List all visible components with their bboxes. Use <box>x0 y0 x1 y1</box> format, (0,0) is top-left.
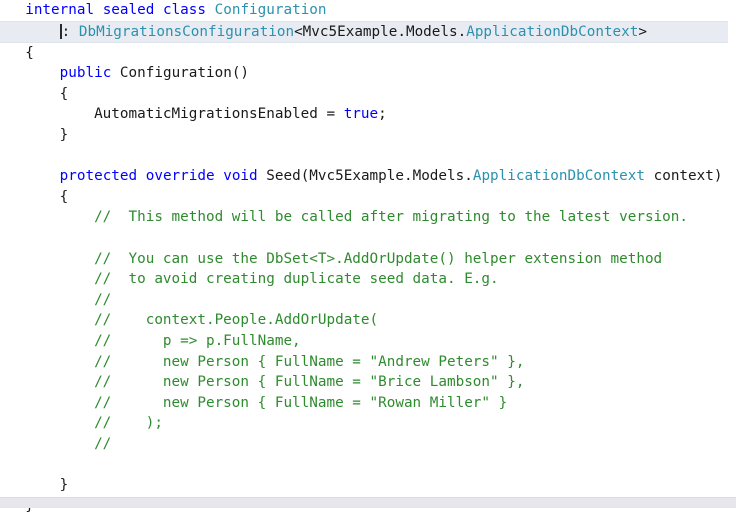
code-line[interactable] <box>0 146 736 167</box>
code-line-current[interactable]: : DbMigrationsConfiguration<Mvc5Example.… <box>0 20 728 43</box>
code-token: ApplicationDbContext <box>466 23 639 40</box>
code-token: public <box>59 65 112 82</box>
code-line[interactable]: // new Person { FullName = "Rowan Miller… <box>0 393 736 414</box>
code-token: ApplicationDbContext <box>472 168 645 185</box>
code-token: AutomaticMigrationsEnabled = <box>8 106 344 123</box>
code-token: // ); <box>8 415 163 432</box>
code-line[interactable]: // <box>0 290 736 311</box>
code-token: // <box>8 291 112 308</box>
code-line[interactable]: // new Person { FullName = "Brice Lambso… <box>0 372 736 393</box>
code-line[interactable]: // new Person { FullName = "Andrew Peter… <box>0 352 736 373</box>
code-line[interactable]: { <box>0 84 736 105</box>
code-line[interactable]: // ); <box>0 413 736 434</box>
code-token: DbMigrationsConfiguration <box>78 23 295 40</box>
code-token: < <box>294 23 303 40</box>
code-token: // new Person { FullName = "Andrew Peter… <box>8 353 525 370</box>
code-line[interactable]: } <box>0 125 736 146</box>
code-token: void <box>223 168 258 185</box>
code-token: Configuration() <box>111 65 250 82</box>
code-editor[interactable]: internal sealed class Configuration : Db… <box>0 0 736 514</box>
code-line[interactable]: // This method will be called after migr… <box>0 207 736 228</box>
code-token: true <box>343 106 379 123</box>
code-line[interactable]: // You can use the DbSet<T>.AddOrUpdate(… <box>0 249 736 270</box>
code-token: ; <box>378 106 387 123</box>
code-line[interactable]: AutomaticMigrationsEnabled = true; <box>0 104 736 125</box>
code-token: protected <box>59 168 138 185</box>
code-token: Configuration <box>214 2 327 18</box>
code-token: // p => p.FullName, <box>8 332 301 349</box>
code-token: // new Person { FullName = "Brice Lambso… <box>8 374 525 391</box>
code-line[interactable]: // to avoid creating duplicate seed data… <box>0 269 736 290</box>
code-token: { <box>8 188 69 205</box>
code-token: } <box>8 477 69 494</box>
code-line[interactable] <box>0 228 736 249</box>
code-line[interactable]: { <box>0 187 736 208</box>
code-token: class <box>162 2 207 18</box>
code-token: // You can use the DbSet<T>.AddOrUpdate(… <box>8 250 663 267</box>
code-line[interactable]: internal sealed class Configuration <box>0 0 736 21</box>
code-text-area[interactable]: internal sealed class Configuration : Db… <box>0 0 736 514</box>
code-line[interactable]: protected override void Seed(Mvc5Example… <box>0 166 736 187</box>
code-line[interactable]: // <box>0 434 736 455</box>
code-line[interactable]: // p => p.FullName, <box>0 331 736 352</box>
code-line[interactable]: } <box>0 475 736 496</box>
code-token: sealed <box>102 2 155 18</box>
code-token: Seed(Mvc5Example.Models. <box>257 168 473 185</box>
code-token: > <box>638 23 647 40</box>
code-line[interactable]: // context.People.AddOrUpdate( <box>0 310 736 331</box>
code-line[interactable]: public Configuration() <box>0 63 736 84</box>
code-line[interactable] <box>0 454 736 475</box>
code-token: internal <box>25 2 95 18</box>
code-token: // context.People.AddOrUpdate( <box>8 312 379 329</box>
editor-status-bar <box>0 497 736 508</box>
code-token: // new Person { FullName = "Rowan Miller… <box>8 394 508 411</box>
code-token: { <box>8 85 69 102</box>
code-token: : <box>61 23 79 40</box>
code-token: { <box>8 44 34 61</box>
code-token: Mvc5Example.Models. <box>302 23 467 40</box>
code-token: // <box>8 435 112 452</box>
code-token: } <box>8 126 69 143</box>
code-token: // This method will be called after migr… <box>8 209 688 226</box>
code-token: // to avoid creating duplicate seed data… <box>8 271 499 288</box>
code-token: context) <box>645 168 723 185</box>
code-line[interactable]: { <box>0 43 736 64</box>
code-token: override <box>145 168 215 185</box>
